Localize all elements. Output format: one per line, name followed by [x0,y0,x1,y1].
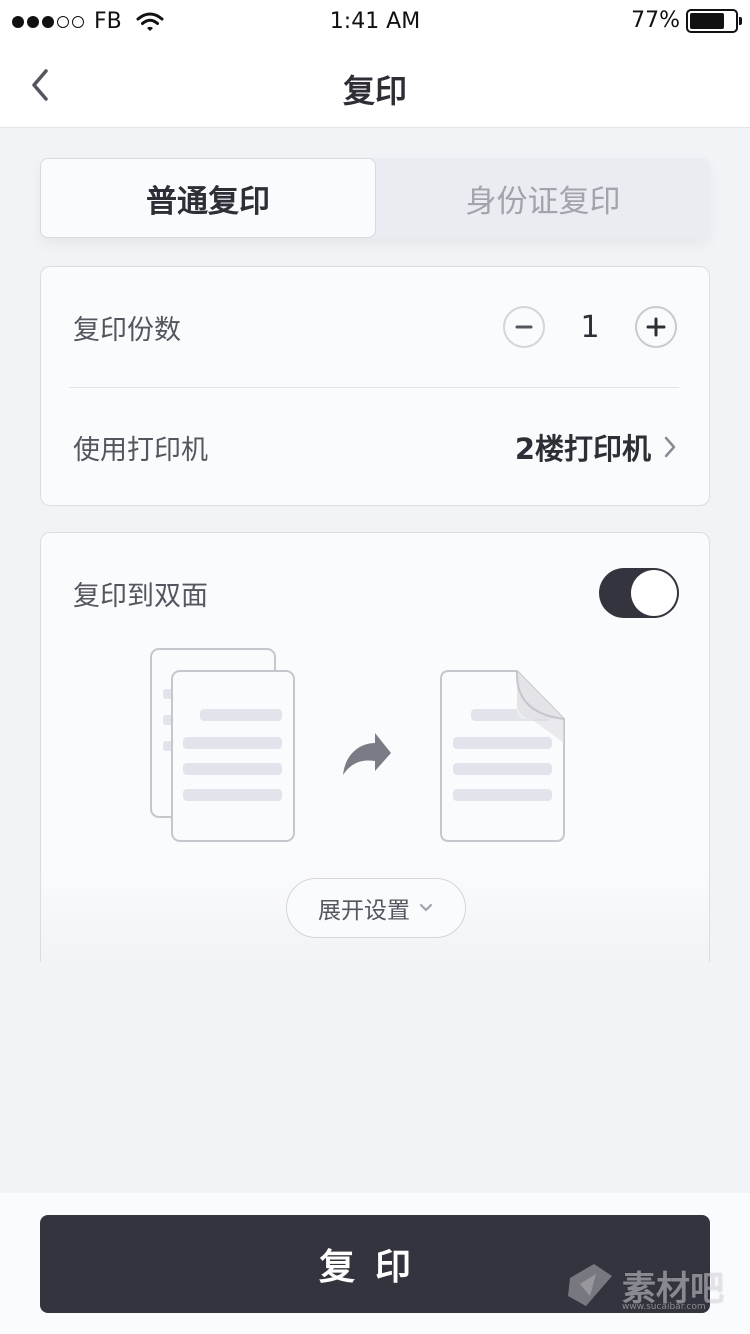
expand-settings-label: 展开设置 [318,898,410,924]
duplex-row: 复印到双面 [73,565,679,621]
printer-value: 2楼打印机 [514,432,651,466]
battery-icon [686,8,742,33]
status-right: 77% [631,8,742,33]
duplex-toggle[interactable] [599,568,679,618]
copies-stepper: 1 [503,306,677,348]
tab-id-card-copy[interactable]: 身份证复印 [376,158,710,238]
battery-fill [690,12,724,29]
minus-icon [515,325,533,329]
chevron-down-icon [419,903,433,912]
duplex-label: 复印到双面 [73,580,208,612]
duplex-illustration [150,648,565,842]
toggle-knob [631,570,677,616]
expand-settings-button[interactable]: 展开设置 [286,878,466,938]
watermark: 素材吧 www.sucaibar.com [564,1260,724,1312]
copy-mode-tabs: 普通复印 身份证复印 [40,158,710,238]
tab-normal-copy[interactable]: 普通复印 [40,158,376,238]
copy-settings-card: 复印份数 1 使用打印机 2楼打印机 [40,266,710,506]
stacked-pages-icon [150,648,295,842]
printer-row[interactable]: 使用打印机 2楼打印机 [41,387,709,507]
watermark-subtext: www.sucaibar.com [622,1302,706,1312]
copies-label: 复印份数 [73,314,181,346]
watermark-logo-icon [568,1264,612,1306]
printer-label: 使用打印机 [73,434,208,466]
increment-button[interactable] [635,306,677,348]
arrow-right-icon [343,733,391,775]
navigation-bar: 复印 [0,44,750,128]
copies-value: 1 [580,309,600,345]
plus-icon [646,317,666,337]
printer-selector[interactable]: 2楼打印机 [515,426,677,468]
copies-row: 复印份数 1 [41,267,709,387]
battery-percentage: 77% [631,8,680,33]
duplex-card: 复印到双面 展开设置 [40,532,710,962]
duplex-page-icon [440,670,565,842]
page-title: 复印 [342,72,407,110]
decrement-button[interactable] [503,306,545,348]
status-bar: FB 1:41 AM 77% [0,0,750,44]
chevron-right-icon [664,436,676,458]
